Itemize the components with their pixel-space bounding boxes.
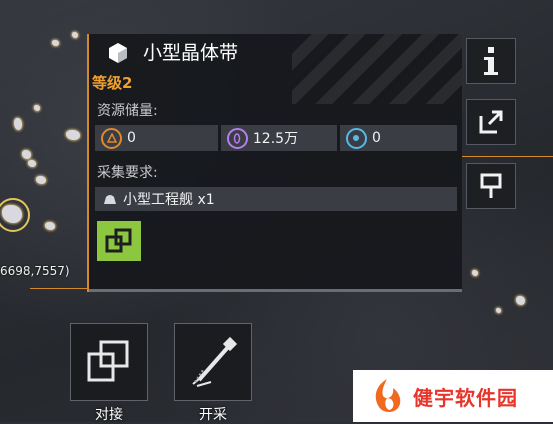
requirement-row: 小型工程舰 x1 bbox=[95, 187, 457, 211]
dock-icon bbox=[105, 228, 132, 253]
watermark: 健宇软件园 bbox=[353, 370, 553, 422]
crystal-belt-icon bbox=[109, 43, 127, 63]
resource-gas: 0 bbox=[339, 125, 457, 151]
resources-row: 0 12.5万 0 bbox=[95, 125, 457, 151]
resources-label: 资源储量: bbox=[97, 103, 158, 119]
asteroid[interactable] bbox=[72, 32, 78, 38]
panel-decoration bbox=[292, 34, 462, 104]
connector-line bbox=[462, 156, 553, 157]
resource-value: 12.5万 bbox=[252, 131, 299, 147]
requirement-text: 小型工程舰 x1 bbox=[123, 192, 215, 208]
connector-line bbox=[30, 288, 87, 289]
mining-drill-icon bbox=[192, 336, 238, 387]
metal-icon bbox=[101, 127, 122, 149]
dock-action-button[interactable] bbox=[70, 323, 148, 401]
resource-metal: 0 bbox=[95, 125, 218, 151]
marker-button[interactable] bbox=[466, 163, 516, 209]
marker-icon bbox=[480, 173, 502, 198]
mine-action-button[interactable] bbox=[174, 323, 252, 401]
resource-value: 0 bbox=[371, 130, 381, 146]
info-icon bbox=[484, 47, 498, 75]
asteroid[interactable] bbox=[22, 150, 31, 159]
dock-icon bbox=[87, 340, 129, 382]
asteroid[interactable] bbox=[36, 176, 46, 184]
resource-value: 0 bbox=[127, 130, 136, 146]
asteroid[interactable] bbox=[516, 296, 525, 305]
requirement-label: 采集要求: bbox=[97, 165, 158, 181]
resource-crystal: 12.5万 bbox=[220, 125, 337, 151]
asteroid[interactable] bbox=[34, 105, 40, 111]
flame-logo-icon bbox=[375, 379, 401, 413]
engineering-ship-icon bbox=[104, 195, 116, 204]
asteroid[interactable] bbox=[66, 130, 80, 140]
level-label: 等级2 bbox=[92, 74, 133, 92]
gas-icon bbox=[345, 127, 367, 149]
asteroid[interactable] bbox=[52, 40, 59, 46]
info-button[interactable] bbox=[466, 38, 516, 84]
crystal-icon bbox=[226, 127, 248, 149]
mine-action-label: 开采 bbox=[199, 407, 227, 423]
asteroid[interactable] bbox=[14, 118, 22, 130]
panel-bottom-bar bbox=[89, 289, 462, 292]
asteroid[interactable] bbox=[45, 222, 55, 230]
asteroid[interactable] bbox=[28, 160, 36, 167]
asteroid[interactable] bbox=[472, 270, 478, 276]
share-icon bbox=[479, 110, 503, 134]
panel-title: 小型晶体带 bbox=[143, 42, 239, 64]
info-panel: 小型晶体带 等级2 资源储量: 0 12.5万 0 采集要求: 小型工程舰 x1 bbox=[87, 34, 462, 292]
watermark-text: 健宇软件园 bbox=[413, 385, 518, 410]
asteroid[interactable] bbox=[496, 308, 501, 313]
dock-action-label: 对接 bbox=[95, 407, 123, 423]
share-button[interactable] bbox=[466, 99, 516, 145]
coordinate-label: 6698,7557) bbox=[0, 264, 70, 278]
quick-dock-button[interactable] bbox=[97, 221, 141, 261]
